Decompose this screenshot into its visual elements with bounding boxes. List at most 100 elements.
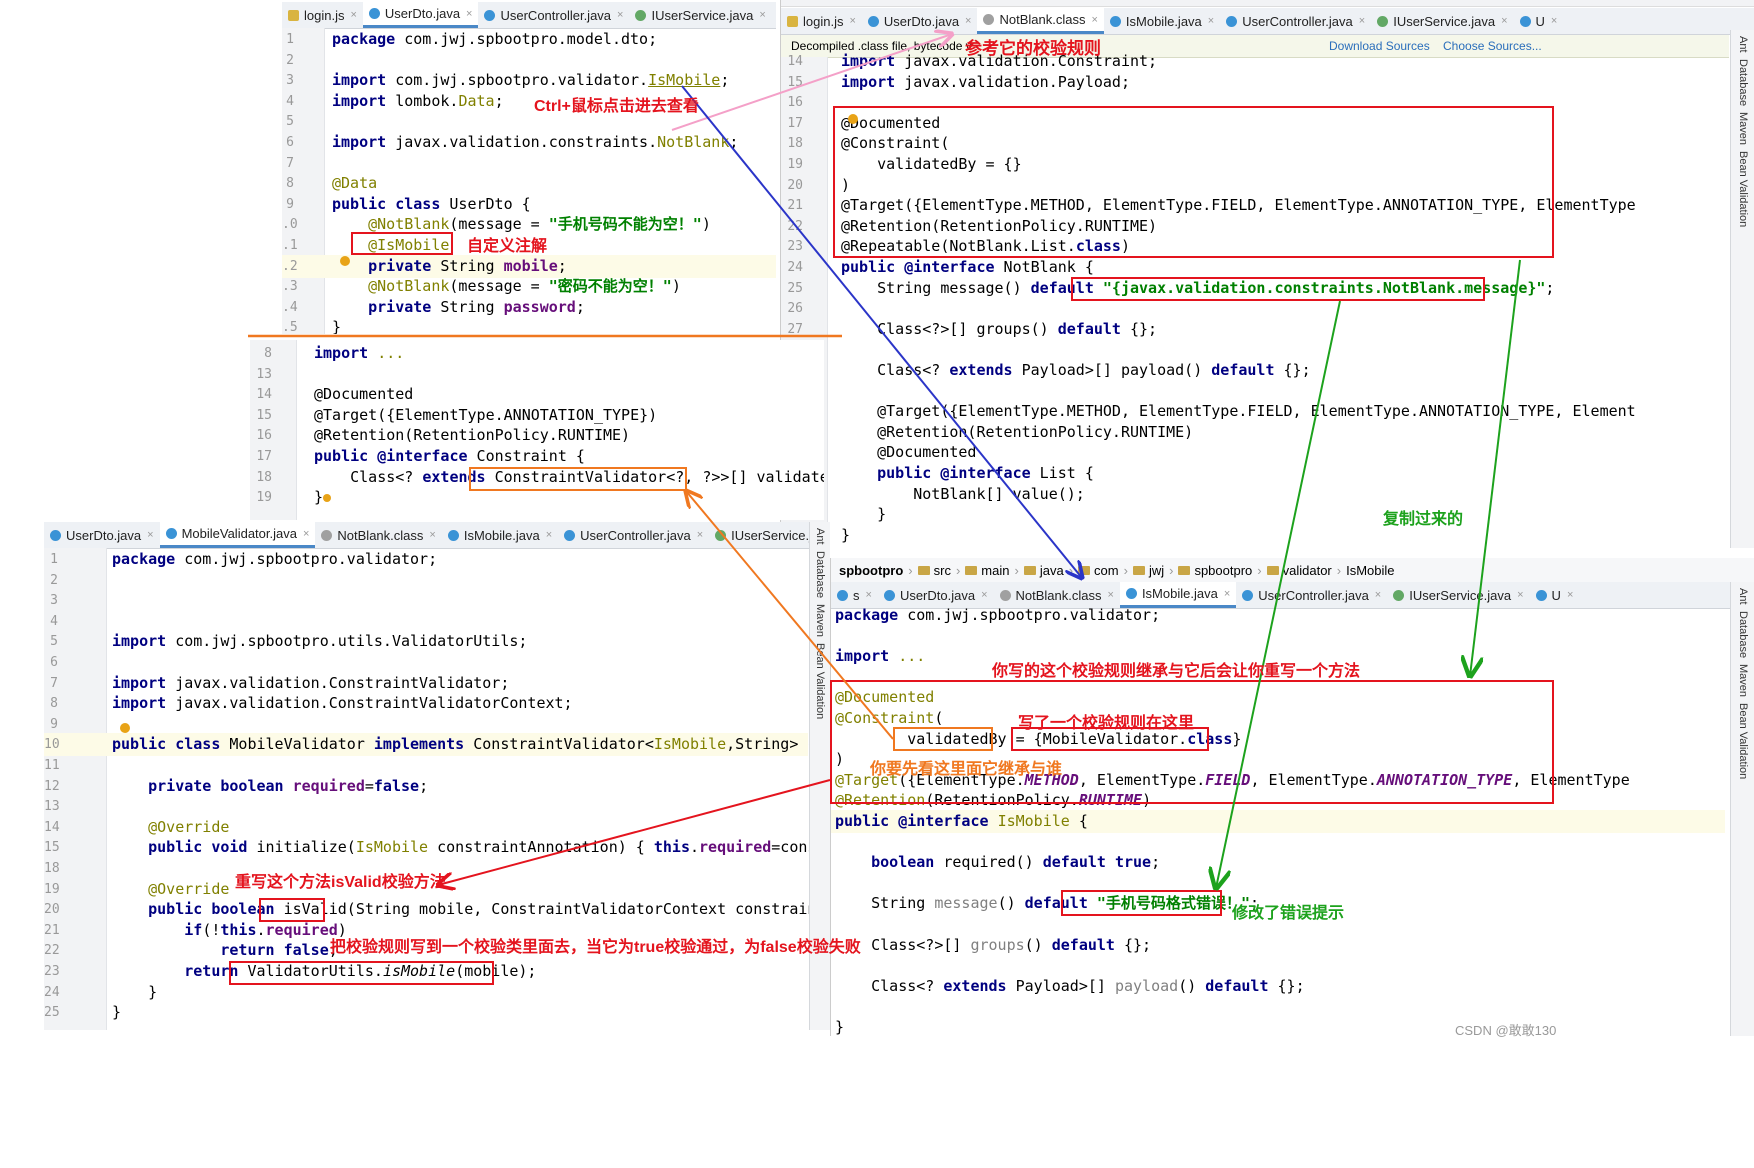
editor-tab[interactable]: login.js × bbox=[282, 2, 363, 28]
close-tab-icon[interactable]: × bbox=[350, 9, 356, 21]
editor-tab[interactable]: Use× bbox=[772, 2, 776, 28]
code-line[interactable]: 27 Class<?>[] groups() default {}; bbox=[781, 318, 1729, 341]
close-tab-icon[interactable]: × bbox=[1375, 589, 1381, 601]
tool-window-ant[interactable]: Ant bbox=[1737, 588, 1749, 605]
close-tab-icon[interactable]: × bbox=[546, 529, 552, 541]
breadcrumb-item[interactable]: jwj bbox=[1132, 563, 1164, 578]
close-tab-icon[interactable]: × bbox=[1567, 589, 1573, 601]
tool-window-maven[interactable]: Maven bbox=[1737, 112, 1749, 145]
code-line[interactable]: 17 public @interface Constraint { bbox=[250, 445, 824, 468]
editor-tab[interactable]: U × bbox=[1514, 8, 1564, 34]
code-line[interactable]: 7 bbox=[282, 152, 776, 175]
tool-window-maven[interactable]: Maven bbox=[1737, 664, 1749, 697]
close-tab-icon[interactable]: × bbox=[759, 9, 765, 21]
close-tab-icon[interactable]: × bbox=[866, 589, 872, 601]
code-line[interactable]: 15 public void initialize(IsMobile const… bbox=[44, 836, 830, 859]
breadcrumb-item[interactable]: validator bbox=[1266, 563, 1332, 578]
close-tab-icon[interactable]: × bbox=[849, 15, 855, 27]
code-line[interactable]: 16 @Retention(RetentionPolicy.RUNTIME) bbox=[250, 424, 824, 447]
code-line[interactable]: 6 import javax.validation.constraints.Not… bbox=[282, 131, 776, 154]
tool-window-bean-validation[interactable]: Bean Validation bbox=[1737, 703, 1749, 779]
close-tab-icon[interactable]: × bbox=[1501, 15, 1507, 27]
close-tab-icon[interactable]: × bbox=[1091, 14, 1097, 26]
breadcrumb-item[interactable]: src bbox=[917, 563, 951, 578]
code-line[interactable]: } bbox=[831, 1016, 1725, 1036]
code-line[interactable]: 1 package com.jwj.spbootpro.model.dto; bbox=[282, 28, 776, 51]
breadcrumb-item[interactable]: IsMobile bbox=[1346, 563, 1394, 578]
breadcrumb-item[interactable]: main bbox=[965, 563, 1009, 578]
code-line[interactable]: 5 bbox=[282, 110, 776, 133]
intention-bulb-icon[interactable] bbox=[120, 723, 130, 733]
code-line[interactable]: 11 bbox=[44, 754, 808, 777]
code-line[interactable]: 4 bbox=[44, 610, 808, 633]
close-tab-icon[interactable]: × bbox=[1208, 15, 1214, 27]
code-line[interactable]: 25} bbox=[44, 1001, 808, 1024]
intention-bulb-icon[interactable] bbox=[323, 494, 331, 502]
tool-window-ant[interactable]: Ant bbox=[1737, 36, 1749, 53]
code-line[interactable]: Class<? extends Payload>[] payload() def… bbox=[831, 975, 1725, 998]
code-line[interactable]: 24 public @interface NotBlank { bbox=[781, 256, 1729, 279]
editor-tab[interactable]: login.js × bbox=[781, 8, 862, 34]
code-line[interactable]: 7 import javax.validation.ConstraintValid… bbox=[44, 672, 808, 695]
breadcrumb-item[interactable]: spbootpro bbox=[839, 563, 903, 578]
code-line[interactable]: } bbox=[781, 524, 1729, 547]
code-line[interactable]: public @interface List { bbox=[781, 462, 1729, 485]
code-line[interactable]: 10 public class MobileValidator implement… bbox=[44, 733, 816, 757]
code-line[interactable] bbox=[831, 831, 1725, 854]
code-line[interactable]: .3 @NotBlank(message = "密码不能为空！") bbox=[282, 275, 776, 298]
editor-tab[interactable]: UserDto.java × bbox=[44, 522, 160, 548]
code-line[interactable]: @Documented bbox=[781, 441, 1729, 464]
code-line[interactable]: 15 @Target({ElementType.ANNOTATION_TYPE}) bbox=[250, 404, 824, 427]
code-line[interactable] bbox=[781, 380, 1729, 403]
code-line[interactable]: 3 import com.jwj.spbootpro.validator.IsMo… bbox=[282, 69, 776, 92]
code-line[interactable]: NotBlank[] value(); bbox=[781, 483, 1729, 506]
code-line[interactable]: 9 bbox=[44, 713, 808, 736]
editor-tab[interactable]: UserDto.java × bbox=[362, 2, 479, 28]
code-line[interactable]: 13 bbox=[44, 795, 808, 818]
tool-window-ant[interactable]: Ant bbox=[814, 528, 826, 545]
breadcrumb-item[interactable]: java bbox=[1023, 563, 1064, 578]
close-tab-icon[interactable]: × bbox=[697, 529, 703, 541]
code-line[interactable]: 12 private boolean required=false; bbox=[44, 775, 808, 798]
code-line[interactable]: .4 private String password; bbox=[282, 296, 776, 319]
close-tab-icon[interactable]: × bbox=[1224, 588, 1230, 600]
code-line[interactable]: 9 public class UserDto { bbox=[282, 193, 776, 216]
close-tab-icon[interactable]: × bbox=[1108, 589, 1114, 601]
code-line[interactable]: 14 import javax.validation.Constraint; bbox=[781, 50, 1729, 73]
editor-tab[interactable]: MobileValidator.java × bbox=[159, 522, 316, 548]
close-tab-icon[interactable]: × bbox=[617, 9, 623, 21]
tool-window-bean-validation[interactable]: Bean Validation bbox=[814, 643, 826, 719]
code-line[interactable]: @Target({ElementType.METHOD, ElementType… bbox=[781, 400, 1729, 423]
code-line[interactable]: 4 import lombok.Data; bbox=[282, 90, 776, 113]
code-line[interactable]: 8 import javax.validation.ConstraintValid… bbox=[44, 692, 808, 715]
code-line[interactable]: } bbox=[781, 503, 1729, 526]
close-tab-icon[interactable]: × bbox=[981, 589, 987, 601]
close-tab-icon[interactable]: × bbox=[303, 528, 309, 540]
close-tab-icon[interactable]: × bbox=[466, 8, 472, 20]
code-line[interactable]: @Retention(RetentionPolicy.RUNTIME) bbox=[781, 421, 1729, 444]
code-line[interactable]: 1 package com.jwj.spbootpro.validator; bbox=[44, 548, 808, 571]
code-line[interactable]: 20 public boolean isValid(String mobile,… bbox=[44, 898, 830, 921]
code-line[interactable]: 8 import ... bbox=[250, 342, 824, 365]
code-line[interactable]: Class<? extends Payload>[] payload() def… bbox=[781, 359, 1729, 382]
editor-tab[interactable]: IUserService.java × bbox=[1371, 8, 1513, 34]
editor-tab[interactable]: UserDto.java × bbox=[862, 8, 978, 34]
editor-tab[interactable]: UserController.java × bbox=[478, 2, 629, 28]
editor-tab[interactable]: UserController.java × bbox=[558, 522, 709, 548]
editor-tab[interactable]: UserController.java × bbox=[1220, 8, 1371, 34]
code-line[interactable]: 14 @Documented bbox=[250, 383, 824, 406]
close-tab-icon[interactable]: × bbox=[1551, 15, 1557, 27]
code-line[interactable]: 15 import javax.validation.Payload; bbox=[781, 71, 1729, 94]
close-tab-icon[interactable]: × bbox=[1517, 589, 1523, 601]
code-line[interactable] bbox=[831, 995, 1725, 1018]
tool-window-database[interactable]: Database bbox=[1737, 59, 1749, 106]
tool-window-database[interactable]: Database bbox=[1737, 611, 1749, 658]
editor-tab[interactable]: IsMobile.java × bbox=[442, 522, 558, 548]
editor-tab[interactable]: IUserService.java × bbox=[629, 2, 771, 28]
code-line[interactable]: 13 bbox=[250, 363, 824, 386]
close-tab-icon[interactable]: × bbox=[147, 529, 153, 541]
close-tab-icon[interactable]: × bbox=[965, 15, 971, 27]
code-line[interactable]: 2 bbox=[282, 49, 776, 72]
tool-window-bean-validation[interactable]: Bean Validation bbox=[1737, 151, 1749, 227]
code-line[interactable]: 8 @Data bbox=[282, 172, 776, 195]
